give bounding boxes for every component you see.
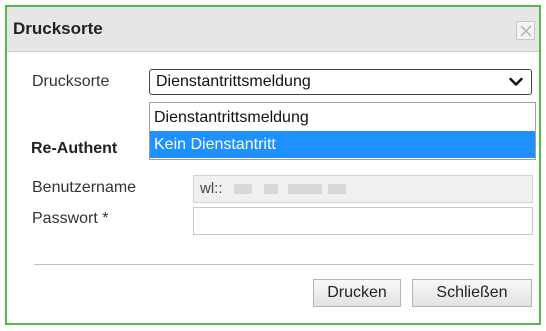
drucksorte-select-value: Dienstantrittsmeldung bbox=[156, 73, 311, 90]
benutzername-value: wl:: bbox=[200, 180, 223, 197]
redacted-block bbox=[264, 184, 278, 194]
drucksorte-dialog: Drucksorte Drucksorte Dienstantrittsmeld… bbox=[5, 5, 541, 325]
footer-divider bbox=[34, 264, 534, 265]
dropdown-option-dienstantrittsmeldung[interactable]: Dienstantrittsmeldung bbox=[150, 104, 535, 131]
redacted-block bbox=[288, 184, 322, 194]
dropdown-option-kein-dienstantritt[interactable]: Kein Dienstantritt bbox=[150, 131, 535, 158]
drucksorte-label: Drucksorte bbox=[32, 73, 110, 90]
passwort-label: Passwort * bbox=[32, 210, 109, 227]
print-button[interactable]: Drucken bbox=[313, 279, 401, 307]
redacted-block bbox=[234, 184, 252, 194]
close-icon bbox=[520, 25, 532, 37]
drucksorte-select[interactable]: Dienstantrittsmeldung bbox=[149, 69, 532, 95]
dialog-title: Drucksorte bbox=[13, 19, 103, 38]
drucksorte-dropdown-list: Dienstantrittsmeldung Kein Dienstantritt bbox=[149, 102, 536, 160]
close-button[interactable] bbox=[516, 21, 535, 40]
redacted-block bbox=[328, 184, 346, 194]
reauthentication-heading: Re-Authent bbox=[31, 140, 118, 157]
benutzername-field: wl:: bbox=[193, 175, 533, 203]
dialog-titlebar: Drucksorte bbox=[7, 7, 539, 52]
close-dialog-button[interactable]: Schließen bbox=[412, 279, 532, 307]
benutzername-label: Benutzername bbox=[32, 179, 137, 196]
chevron-down-icon bbox=[509, 77, 523, 86]
passwort-field[interactable] bbox=[193, 207, 533, 235]
